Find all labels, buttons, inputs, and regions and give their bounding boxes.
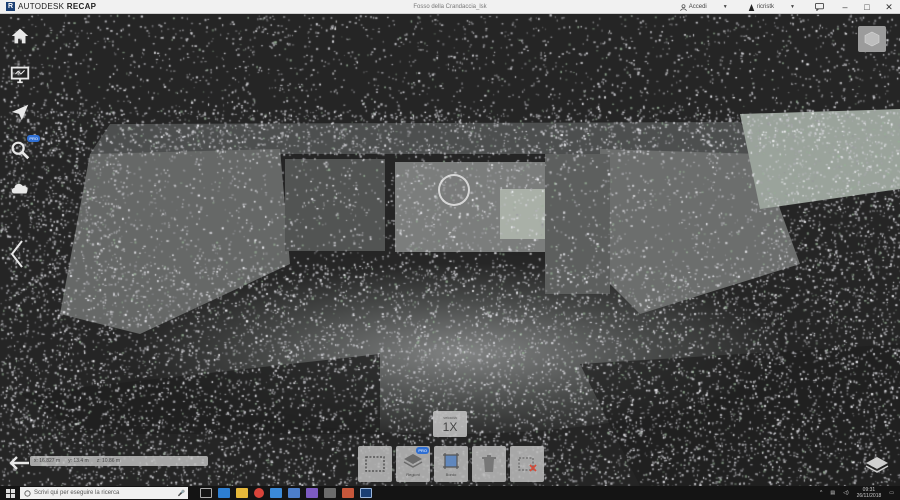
cloud-button[interactable]	[8, 176, 32, 200]
trash-icon	[482, 454, 496, 472]
app-brand: R AUTODESK RECAP	[0, 2, 160, 11]
regions-button[interactable]: Regioni PRO	[396, 446, 430, 482]
collapse-chevron-icon[interactable]	[8, 239, 26, 269]
view-cube-button[interactable]	[858, 26, 886, 52]
close-button[interactable]: ✕	[878, 0, 900, 14]
magnifier-icon	[11, 141, 30, 160]
photos-icon[interactable]	[306, 488, 318, 498]
taskbar: Scrivi qui per eseguire la ricerca 🎤 ^ ▤…	[0, 486, 900, 500]
pro-badge: PRO	[27, 135, 40, 142]
layers-stack-icon	[403, 454, 423, 468]
coord-x: x: 16.827 m	[34, 458, 61, 464]
user-icon	[680, 3, 687, 11]
brand-text: AUTODESK RECAP	[18, 2, 96, 11]
taskbar-search-input[interactable]: Scrivi qui per eseguire la ricerca 🎤	[20, 487, 188, 499]
coordinates-readout: x: 16.827 m y: 13.4 m z: 10.86 m	[30, 456, 208, 466]
recap-taskbar-icon[interactable]	[360, 488, 372, 498]
coord-z: z: 10.86 m	[96, 458, 121, 464]
file-explorer-icon[interactable]	[236, 488, 248, 498]
home-button[interactable]	[8, 24, 32, 48]
minimize-button[interactable]: –	[834, 0, 856, 14]
mail-icon[interactable]	[288, 488, 300, 498]
chrome-icon[interactable]	[254, 488, 264, 498]
chat-icon	[815, 3, 824, 11]
brand-prefix: AUTODESK	[18, 2, 65, 11]
paper-plane-icon	[11, 104, 29, 121]
crop-icon	[443, 453, 459, 469]
coord-y-value: 13.4 m	[73, 458, 89, 464]
brand-product: RECAP	[66, 2, 97, 11]
monitor-icon	[10, 66, 30, 84]
network-icon[interactable]: ▤	[830, 490, 835, 496]
view-cube-icon	[864, 31, 880, 47]
user-label: ricristk	[756, 4, 775, 10]
undo-arrow-icon[interactable]	[9, 454, 31, 472]
recap-logo-icon: R	[6, 2, 15, 11]
maximize-button[interactable]: □	[856, 0, 878, 14]
sign-in-label: Accedi	[688, 4, 707, 10]
task-view-icon[interactable]	[200, 488, 212, 498]
store-icon[interactable]	[270, 488, 282, 498]
display-button[interactable]	[8, 62, 32, 86]
chevron-down-icon: ▼	[722, 4, 728, 10]
volume-icon[interactable]: ◁)	[843, 490, 849, 496]
title-bar: R AUTODESK RECAP Fosso della Crandaccia_…	[0, 0, 900, 14]
user-menu[interactable]: ricristk ▼	[738, 3, 805, 11]
tray-chevron-icon[interactable]: ^	[820, 490, 822, 496]
windows-logo-icon	[5, 488, 15, 498]
navigate-button[interactable]	[8, 100, 32, 124]
bounds-label: Bordo	[445, 472, 457, 477]
dashed-rect-icon	[365, 455, 385, 472]
autodesk-a-icon	[748, 3, 755, 11]
chat-button[interactable]	[805, 3, 834, 11]
cloud-icon	[11, 183, 28, 194]
pro-badge: PRO	[416, 447, 429, 454]
regions-label: Regioni	[406, 472, 420, 477]
speed-value: 1X	[442, 419, 458, 434]
navigation-cursor	[438, 174, 470, 206]
point-cloud-viewport[interactable]: PRO velocità 1X Regioni PRO Bordo x: 16.…	[0, 14, 900, 486]
home-icon	[11, 28, 29, 44]
system-tray: ^ ▤ ◁) 09:31 26/11/2018 ▭	[820, 487, 900, 499]
circle-search-icon	[24, 489, 31, 497]
clock-date: 26/11/2018	[856, 493, 882, 499]
coord-y: y: 13.4 m	[68, 458, 89, 464]
clip-button[interactable]	[510, 446, 544, 482]
bounds-button[interactable]: Bordo	[434, 446, 468, 482]
delete-button[interactable]	[472, 446, 506, 482]
settings-icon[interactable]	[324, 488, 336, 498]
bottom-toolbar: Regioni PRO Bordo	[358, 446, 544, 482]
left-toolbar: PRO	[8, 24, 40, 200]
microphone-icon[interactable]: 🎤	[178, 490, 185, 497]
search-placeholder: Scrivi qui per eseguire la ricerca	[34, 490, 120, 496]
speed-widget[interactable]: velocità 1X	[433, 411, 467, 437]
clock[interactable]: 09:31 26/11/2018	[857, 487, 882, 499]
sign-in-button[interactable]: Accedi ▼	[670, 3, 738, 11]
taskbar-apps	[200, 488, 372, 498]
media-icon[interactable]	[342, 488, 354, 498]
search-button[interactable]: PRO	[8, 135, 40, 162]
edge-icon[interactable]	[218, 488, 230, 498]
clip-remove-icon	[518, 456, 537, 472]
coord-z-value: 10.86 m	[102, 458, 121, 464]
chevron-down-icon: ▼	[790, 4, 795, 10]
notifications-icon[interactable]: ▭	[889, 490, 894, 496]
coord-x-value: 16.827 m	[39, 458, 61, 464]
start-button[interactable]	[0, 486, 20, 500]
select-window-button[interactable]	[358, 446, 392, 482]
layers-icon[interactable]	[864, 454, 890, 476]
